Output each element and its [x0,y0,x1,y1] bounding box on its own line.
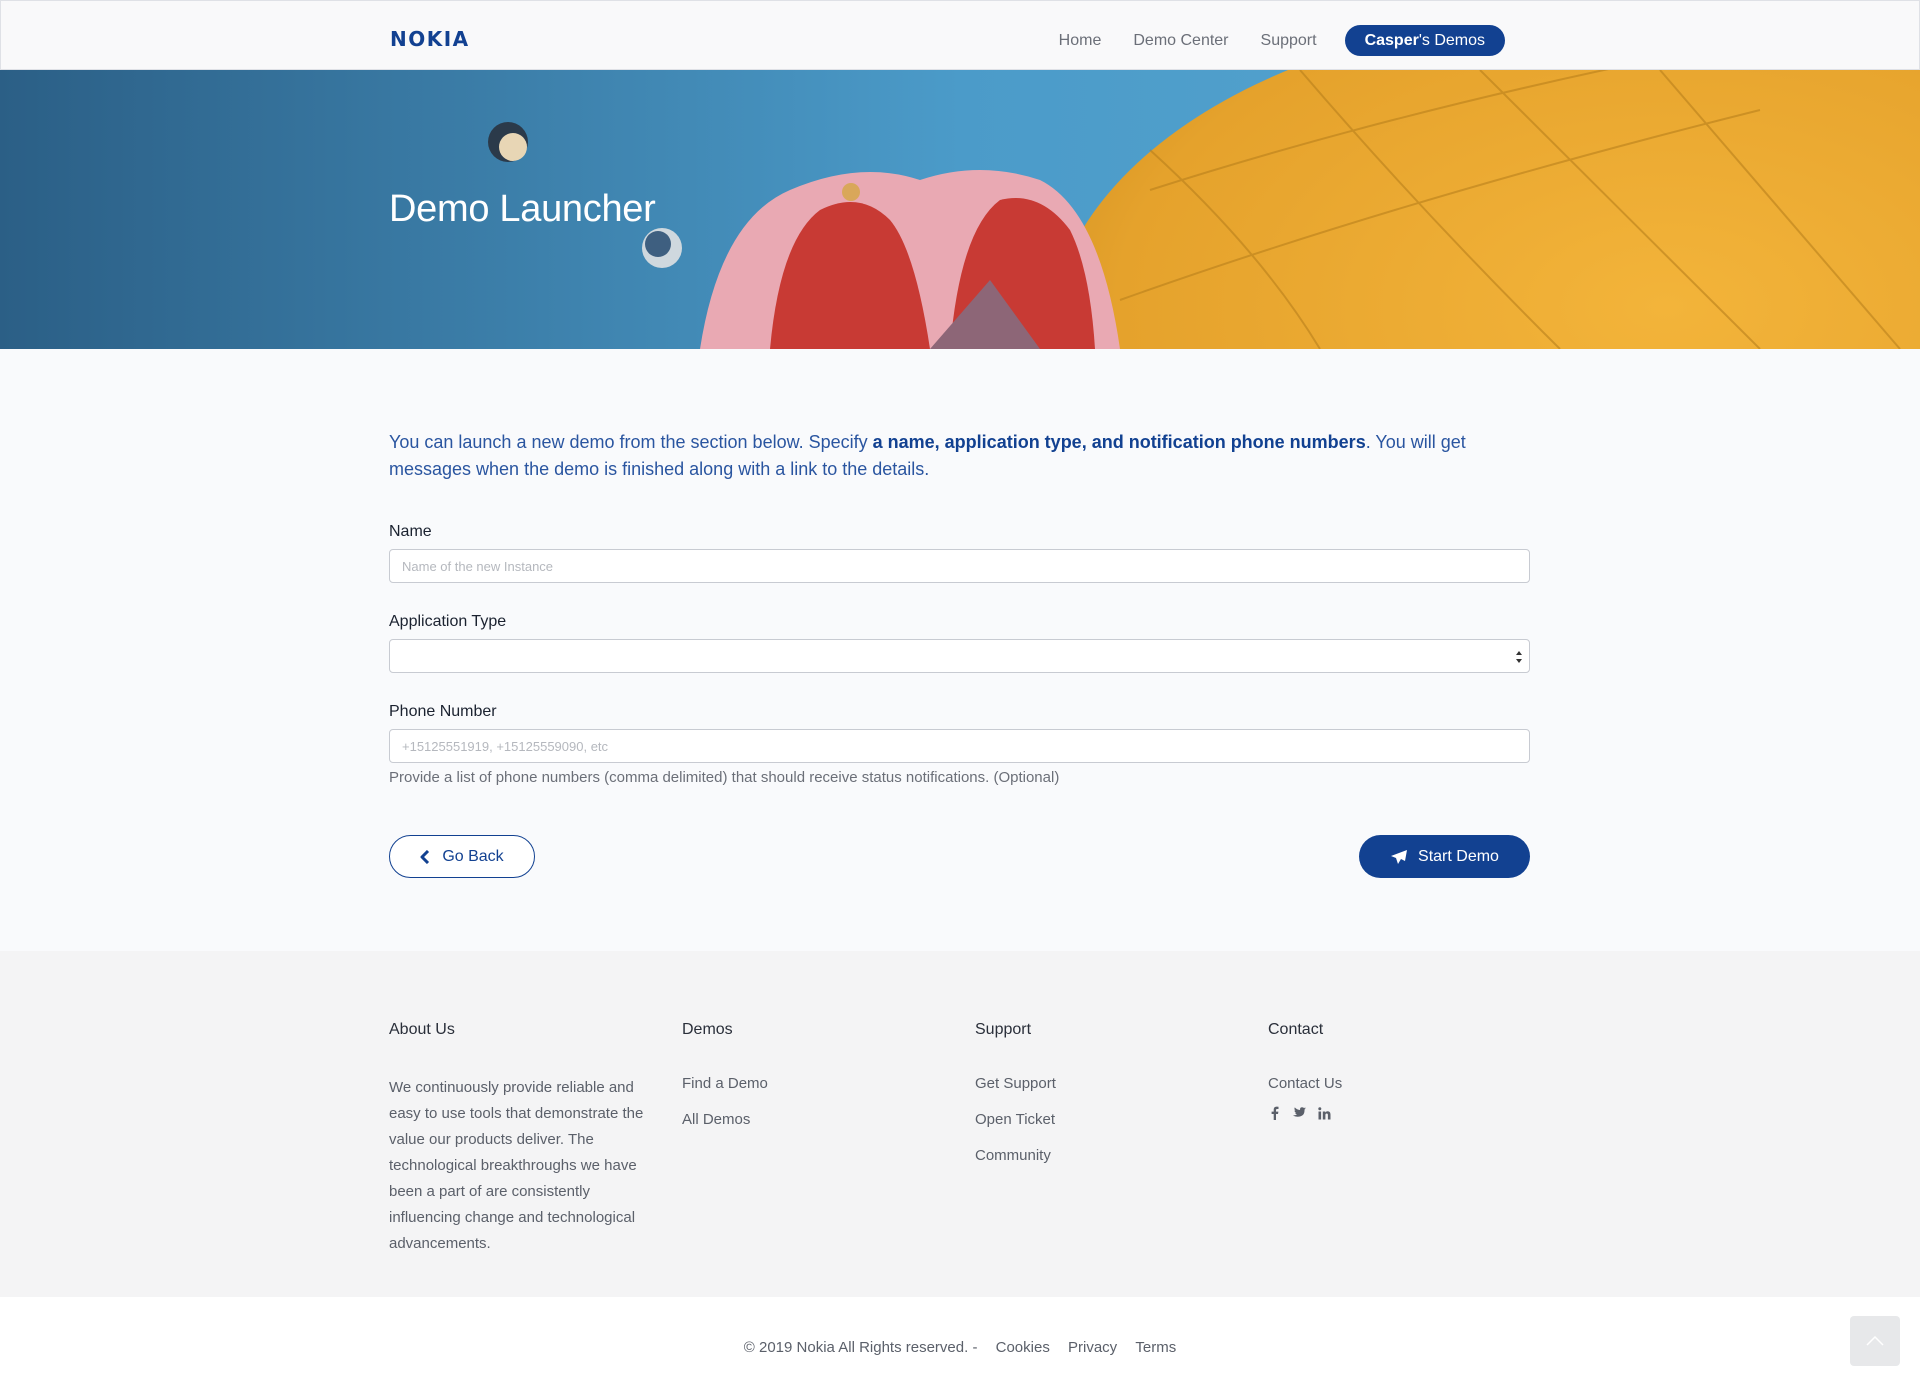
footer-about: About Us We continuously provide reliabl… [389,1021,659,1257]
start-demo-label: Start Demo [1418,847,1499,865]
nokia-logo[interactable]: NOKIA [390,28,470,50]
copyright-line: © 2019 Nokia All Rights reserved. - Cook… [0,1339,1920,1356]
user-demos-suffix: 's Demos [1418,32,1485,49]
footer-link-all-demos[interactable]: All Demos [682,1102,952,1138]
linkedin-icon[interactable] [1318,1106,1331,1120]
footer-link-community[interactable]: Community [975,1138,1245,1174]
intro-lead: You can launch a new demo from the secti… [389,432,873,452]
application-type-label: Application Type [389,613,507,630]
cookies-link[interactable]: Cookies [996,1339,1050,1356]
footer-contact-title: Contact [1268,1021,1324,1038]
copyright-text: © 2019 Nokia All Rights reserved. - [743,1339,978,1356]
nav-support[interactable]: Support [1261,26,1317,56]
top-navbar: NOKIA Home Demo Center Support Casper's … [0,0,1920,70]
footer-link-open-ticket[interactable]: Open Ticket [975,1102,1245,1138]
chevron-up-icon [1866,1336,1884,1346]
scroll-to-top-button[interactable] [1850,1316,1900,1366]
go-back-label: Go Back [442,847,504,865]
name-input[interactable] [389,549,1530,583]
paper-plane-icon [1391,849,1408,864]
intro-text: You can launch a new demo from the secti… [389,429,1530,483]
page-title: Demo Launcher [389,188,656,230]
social-links [1268,1106,1538,1120]
footer-link-get-support[interactable]: Get Support [975,1066,1245,1102]
footer-about-text: We continuously provide reliable and eas… [389,1079,644,1252]
footer-demos-title: Demos [682,1021,733,1038]
twitter-icon[interactable] [1291,1107,1306,1119]
select-arrows-icon [1516,651,1522,663]
footer-demos: Demos Find a Demo All Demos [682,1021,952,1138]
user-demos-button[interactable]: Casper's Demos [1344,25,1505,56]
privacy-link[interactable]: Privacy [1068,1339,1117,1356]
nav-home[interactable]: Home [1059,26,1102,56]
footer: About Us We continuously provide reliabl… [0,951,1920,1297]
application-type-select[interactable] [389,639,1530,673]
go-back-button[interactable]: Go Back [389,835,535,878]
facebook-icon[interactable] [1271,1106,1279,1120]
terms-link[interactable]: Terms [1135,1339,1176,1356]
bottom-bar: © 2019 Nokia All Rights reserved. - Cook… [0,1297,1920,1384]
start-demo-button[interactable]: Start Demo [1359,835,1530,878]
footer-contact: Contact Contact Us [1268,1021,1538,1120]
footer-support: Support Get Support Open Ticket Communit… [975,1021,1245,1174]
phone-number-label: Phone Number [389,703,497,720]
phone-help-text: Provide a list of phone numbers (comma d… [389,769,1060,786]
name-label: Name [389,523,432,540]
footer-link-contact-us[interactable]: Contact Us [1268,1066,1538,1102]
chevron-left-icon [420,849,430,864]
footer-about-title: About Us [389,1021,455,1038]
footer-link-find-demo[interactable]: Find a Demo [682,1066,952,1102]
footer-support-title: Support [975,1021,1032,1038]
main-nav: Home Demo Center Support Casper's Demos [1027,25,1505,56]
user-name: Casper [1364,32,1419,49]
hero-banner: Demo Launcher [0,70,1920,349]
nav-demo-center[interactable]: Demo Center [1133,26,1228,56]
hot-air-balloons-image [0,70,1920,349]
intro-emphasis: a name, application type, and notificati… [872,432,1366,452]
phone-number-input[interactable] [389,729,1530,763]
